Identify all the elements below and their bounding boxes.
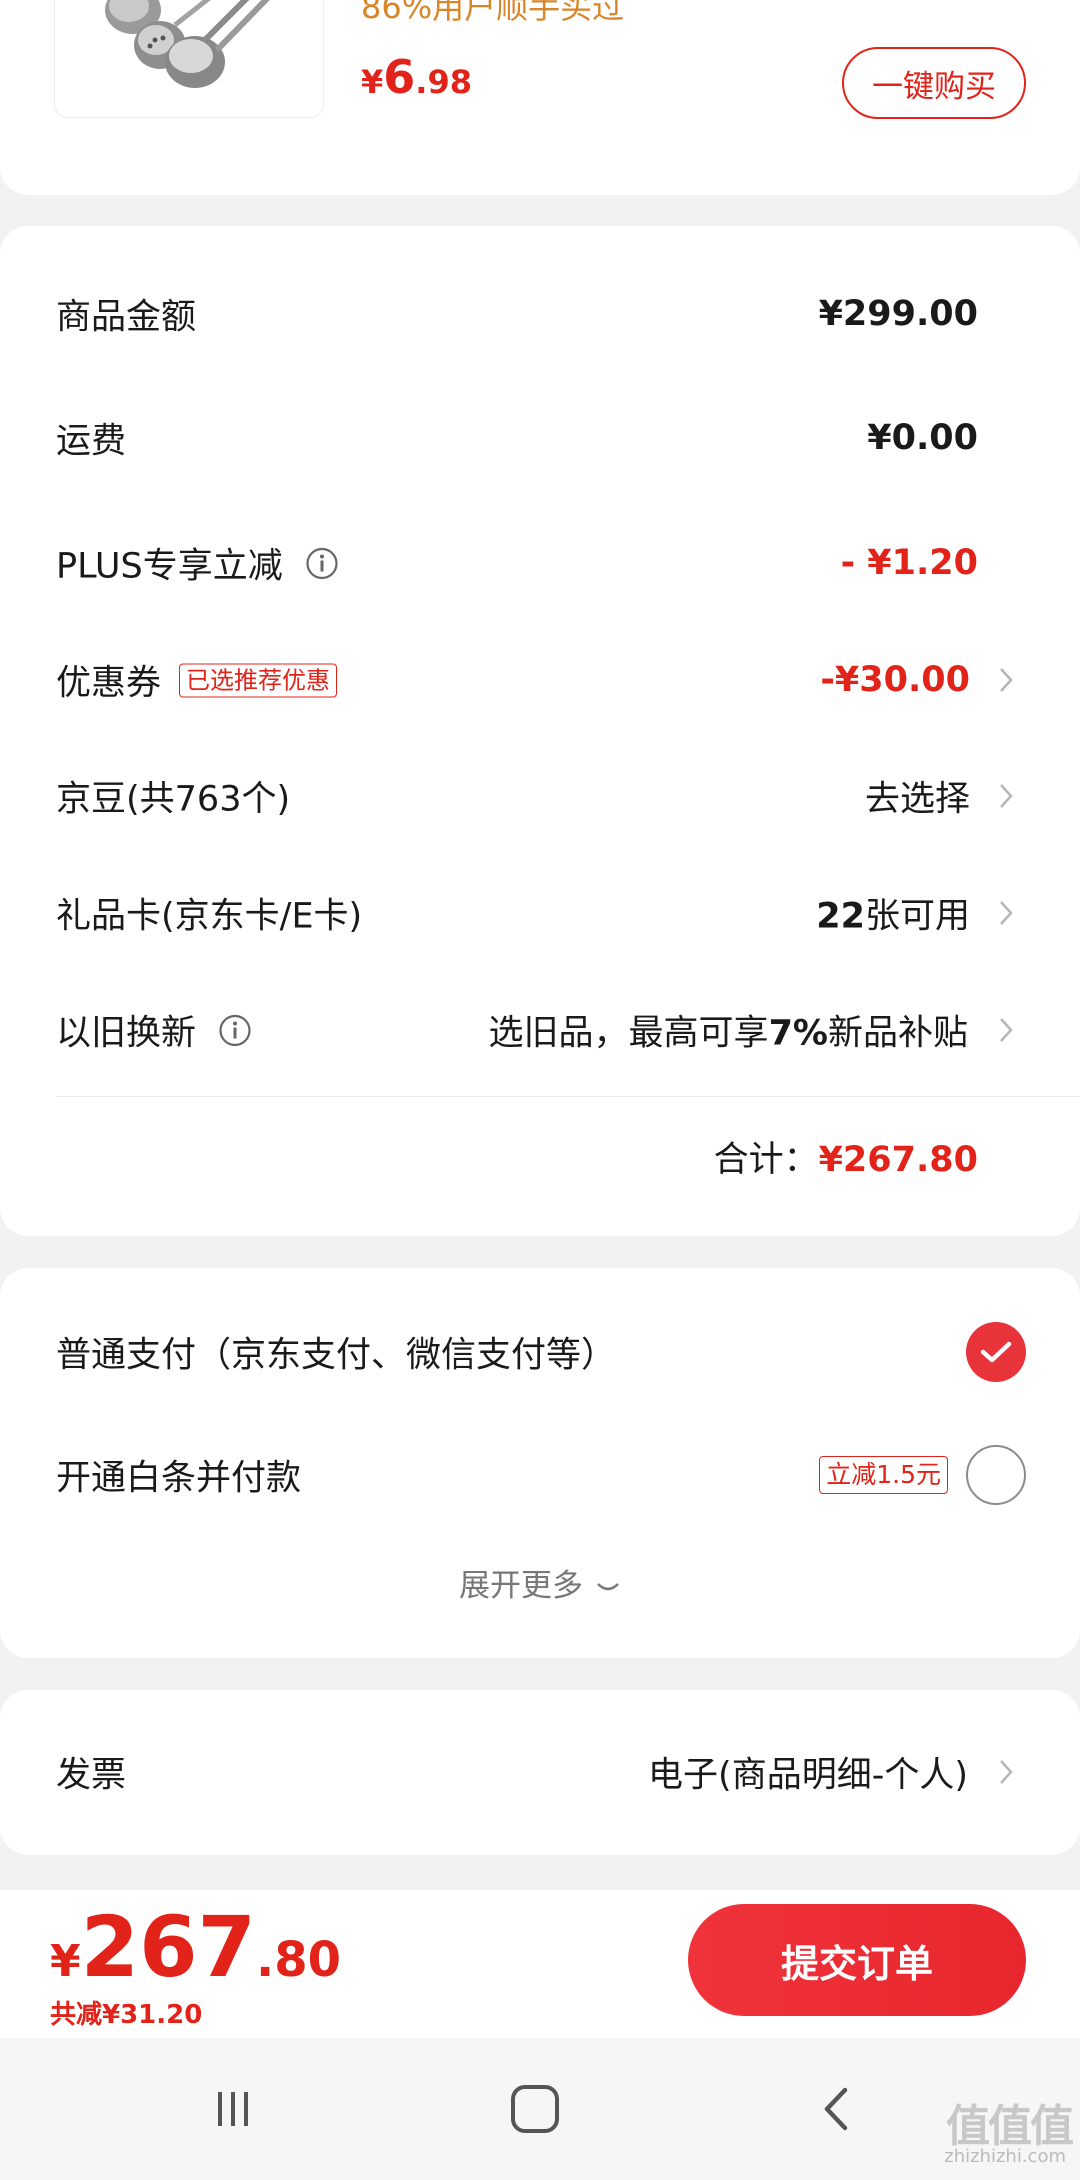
normal-payment-option[interactable]: 普通支付（京东支付、微信支付等） <box>0 1312 1080 1392</box>
gift-card-row[interactable]: 礼品卡(京东卡/E卡) 22张可用 <box>0 873 1080 953</box>
coupon-recommended-tag: 已选推荐优惠 <box>179 663 338 697</box>
submit-order-button[interactable]: 提交订单 <box>688 1904 1026 2016</box>
trade-in-value: 选旧品，最高可享7%新品补贴 <box>489 1005 968 1056</box>
goods-amount-row: 商品金额 ¥299.00 <box>0 274 1080 354</box>
info-icon[interactable] <box>305 546 339 580</box>
invoice-value: 电子(商品明细-个人) <box>648 1755 968 1796</box>
jingdou-value: 去选择 <box>864 779 970 820</box>
invoice-card: 发票 电子(商品明细-个人) <box>0 1690 1080 1855</box>
trade-in-percent: 7% <box>768 1013 828 1054</box>
home-icon <box>511 2085 559 2133</box>
summary-total: 合计：¥267.80 <box>714 1131 978 1182</box>
order-confirm-page: 86%用户顺手买过 ¥6.98 一键购买 商品金额 ¥299.00 运费 ¥0.… <box>0 0 1080 2180</box>
expand-more-button[interactable]: 展开更多 <box>0 1560 1080 1605</box>
ladle-image-icon <box>105 0 270 88</box>
recent-apps-button[interactable] <box>198 2074 268 2144</box>
jingdou-label: 京豆(共763个) <box>56 779 291 820</box>
plus-discount-row: PLUS专享立减 - ¥1.20 <box>0 523 1080 603</box>
chevron-right-icon <box>1000 901 1013 925</box>
jingdou-row[interactable]: 京豆(共763个) 去选择 <box>0 756 1080 836</box>
back-button[interactable] <box>802 2074 872 2144</box>
product-price: ¥6.98 <box>361 50 472 104</box>
total-saved: 共减¥31.20 <box>50 2000 203 2030</box>
system-nav-bar: 值值值 zhizhizhi.com <box>0 2038 1080 2180</box>
baitiao-label: 开通白条并付款 <box>56 1458 302 1499</box>
checkout-bar: ¥267.80 共减¥31.20 提交订单 <box>0 1890 1080 2038</box>
site-watermark: 值值值 <box>946 2101 1074 2152</box>
total-value: ¥267.80 <box>818 1140 978 1180</box>
goods-amount-value: ¥299.00 <box>818 294 978 334</box>
coupon-label-wrap: 优惠券 已选推荐优惠 <box>56 655 338 706</box>
expand-more-label: 展开更多 <box>459 1568 584 1604</box>
site-watermark-url: zhizhizhi.com <box>944 2146 1066 2167</box>
coupon-label: 优惠券 <box>56 663 162 704</box>
trade-in-prefix: 选旧品，最高可享 <box>488 1013 769 1054</box>
trade-in-suffix: 新品补贴 <box>827 1013 968 1054</box>
goods-amount-label: 商品金额 <box>56 297 197 338</box>
home-button[interactable] <box>500 2074 570 2144</box>
one-click-buy-button[interactable]: 一键购买 <box>842 47 1026 119</box>
grand-total-symbol: ¥ <box>50 1936 81 1987</box>
price-summary-card: 商品金额 ¥299.00 运费 ¥0.00 PLUS专享立减 - ¥1.20 优… <box>0 226 1080 1236</box>
shipping-row: 运费 ¥0.00 <box>0 398 1080 478</box>
gift-card-value: 22张可用 <box>816 888 970 939</box>
chevron-right-icon <box>1000 784 1013 808</box>
radio-unchecked-icon[interactable] <box>966 1445 1026 1505</box>
chevron-right-icon <box>1000 1760 1013 1784</box>
trade-in-label-wrap: 以旧换新 <box>56 1005 252 1056</box>
recent-apps-icon <box>218 2092 248 2126</box>
plus-discount-value: - ¥1.20 <box>840 543 978 583</box>
invoice-row[interactable]: 发票 电子(商品明细-个人) <box>0 1732 1080 1812</box>
gift-card-label: 礼品卡(京东卡/E卡) <box>56 896 363 937</box>
shipping-value: ¥0.00 <box>867 418 978 458</box>
plus-discount-label: PLUS专享立减 <box>56 546 283 587</box>
normal-payment-label: 普通支付（京东支付、微信支付等） <box>56 1335 617 1376</box>
product-thumbnail[interactable] <box>54 0 324 118</box>
chevron-right-icon <box>1000 668 1013 692</box>
trade-in-row[interactable]: 以旧换新 选旧品，最高可享7%新品补贴 <box>0 990 1080 1070</box>
total-label: 合计： <box>713 1140 819 1180</box>
plus-discount-label-wrap: PLUS专享立减 <box>56 538 339 589</box>
coupon-row[interactable]: 优惠券 已选推荐优惠 -¥30.00 <box>0 640 1080 720</box>
recommend-product-card: 86%用户顺手买过 ¥6.98 一键购买 <box>0 0 1080 195</box>
gift-card-count: 22 <box>816 896 865 937</box>
coupon-value: -¥30.00 <box>820 660 970 700</box>
payment-method-card: 普通支付（京东支付、微信支付等） 开通白条并付款 立减1.5元 展开更多 <box>0 1268 1080 1658</box>
grand-total: ¥267.80 <box>50 1898 341 1996</box>
chevron-down-icon <box>597 1582 619 1590</box>
grand-total-integer: 267 <box>80 1898 256 1996</box>
shipping-label: 运费 <box>56 421 127 462</box>
trade-in-label: 以旧换新 <box>56 1013 197 1054</box>
info-icon[interactable] <box>218 1013 252 1047</box>
price-integer: 6 <box>383 50 416 104</box>
chevron-right-icon <box>1000 1018 1013 1042</box>
invoice-label: 发票 <box>56 1755 127 1796</box>
gift-card-suffix: 张可用 <box>864 896 970 937</box>
grand-total-decimal: .80 <box>255 1932 341 1988</box>
baitiao-discount-tag: 立减1.5元 <box>819 1456 948 1494</box>
price-symbol: ¥ <box>361 63 384 101</box>
bought-together-rate: 86%用户顺手买过 <box>361 0 625 26</box>
radio-checked-icon[interactable] <box>966 1322 1026 1382</box>
price-decimal: .98 <box>415 63 472 101</box>
checkmark-icon <box>980 1341 1012 1363</box>
summary-divider <box>56 1096 1080 1097</box>
back-icon <box>824 2087 848 2131</box>
baitiao-payment-option[interactable]: 开通白条并付款 立减1.5元 <box>0 1435 1080 1515</box>
